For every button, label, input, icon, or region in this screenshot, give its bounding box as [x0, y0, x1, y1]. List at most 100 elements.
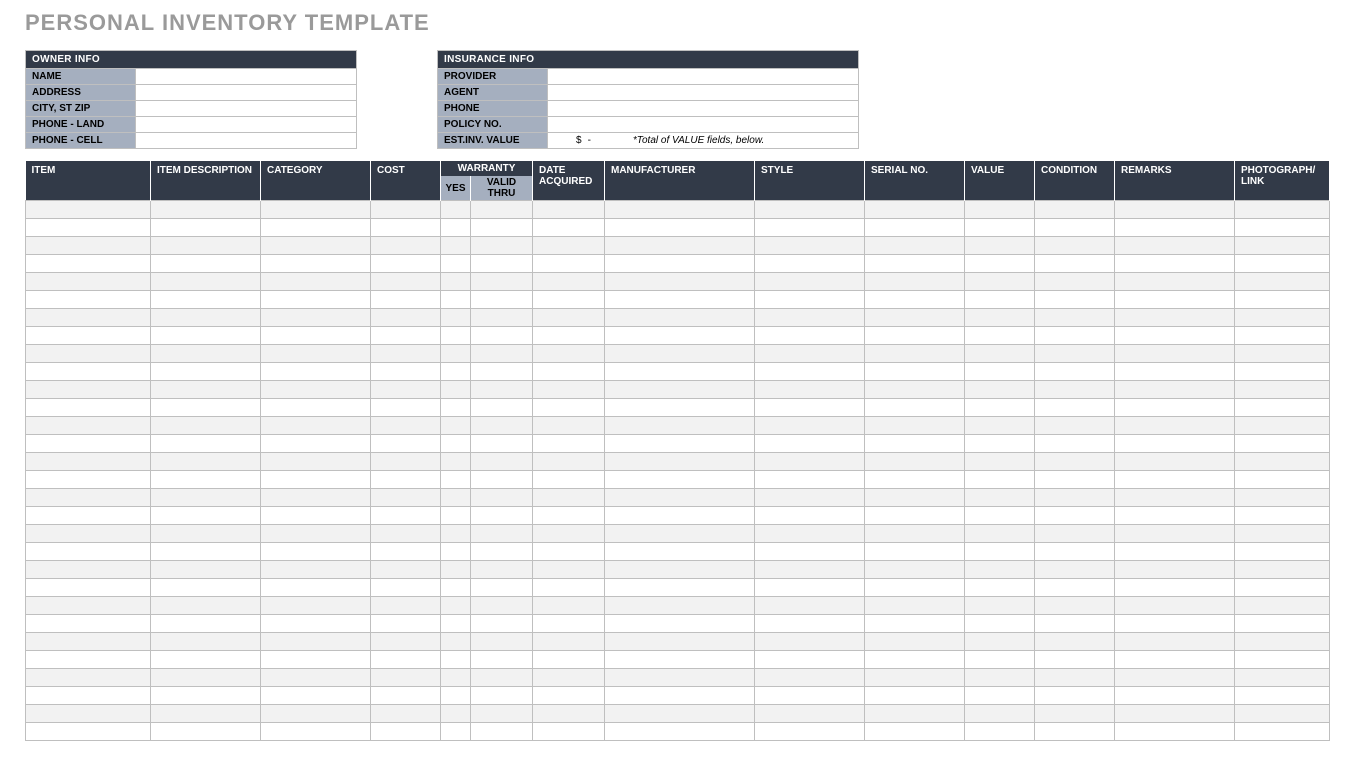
table-cell[interactable]: [1115, 201, 1235, 219]
table-cell[interactable]: [441, 363, 471, 381]
table-cell[interactable]: [605, 291, 755, 309]
table-cell[interactable]: [151, 471, 261, 489]
table-cell[interactable]: [965, 615, 1035, 633]
table-cell[interactable]: [533, 255, 605, 273]
table-cell[interactable]: [371, 669, 441, 687]
table-cell[interactable]: [965, 435, 1035, 453]
table-cell[interactable]: [261, 705, 371, 723]
table-cell[interactable]: [605, 489, 755, 507]
table-cell[interactable]: [533, 543, 605, 561]
table-cell[interactable]: [1035, 399, 1115, 417]
table-cell[interactable]: [26, 345, 151, 363]
table-cell[interactable]: [865, 723, 965, 741]
table-cell[interactable]: [605, 363, 755, 381]
table-cell[interactable]: [1235, 489, 1330, 507]
table-cell[interactable]: [26, 525, 151, 543]
table-cell[interactable]: [1235, 237, 1330, 255]
table-cell[interactable]: [533, 615, 605, 633]
table-cell[interactable]: [533, 489, 605, 507]
table-cell[interactable]: [533, 453, 605, 471]
table-cell[interactable]: [261, 381, 371, 399]
table-cell[interactable]: [605, 507, 755, 525]
table-cell[interactable]: [441, 597, 471, 615]
table-cell[interactable]: [471, 399, 533, 417]
table-cell[interactable]: [865, 399, 965, 417]
table-cell[interactable]: [371, 615, 441, 633]
table-cell[interactable]: [865, 543, 965, 561]
table-cell[interactable]: [151, 219, 261, 237]
table-cell[interactable]: [605, 633, 755, 651]
table-cell[interactable]: [1115, 291, 1235, 309]
table-cell[interactable]: [441, 507, 471, 525]
table-cell[interactable]: [1235, 651, 1330, 669]
table-cell[interactable]: [441, 525, 471, 543]
table-cell[interactable]: [261, 633, 371, 651]
table-cell[interactable]: [865, 273, 965, 291]
table-cell[interactable]: [1115, 435, 1235, 453]
table-cell[interactable]: [965, 309, 1035, 327]
table-cell[interactable]: [261, 687, 371, 705]
table-cell[interactable]: [26, 705, 151, 723]
table-cell[interactable]: [533, 363, 605, 381]
table-cell[interactable]: [441, 615, 471, 633]
table-cell[interactable]: [261, 399, 371, 417]
table-cell[interactable]: [755, 327, 865, 345]
table-cell[interactable]: [1115, 471, 1235, 489]
table-cell[interactable]: [533, 669, 605, 687]
table-cell[interactable]: [261, 471, 371, 489]
table-cell[interactable]: [865, 507, 965, 525]
table-cell[interactable]: [755, 201, 865, 219]
table-cell[interactable]: [471, 651, 533, 669]
table-cell[interactable]: [605, 399, 755, 417]
table-cell[interactable]: [1035, 453, 1115, 471]
table-cell[interactable]: [533, 597, 605, 615]
table-cell[interactable]: [261, 453, 371, 471]
table-cell[interactable]: [865, 363, 965, 381]
table-cell[interactable]: [533, 381, 605, 399]
table-cell[interactable]: [1035, 687, 1115, 705]
table-cell[interactable]: [441, 381, 471, 399]
table-cell[interactable]: [1235, 363, 1330, 381]
table-cell[interactable]: [1115, 723, 1235, 741]
table-cell[interactable]: [26, 615, 151, 633]
owner-field-value[interactable]: [136, 101, 356, 116]
table-cell[interactable]: [533, 651, 605, 669]
table-cell[interactable]: [1035, 615, 1115, 633]
table-cell[interactable]: [533, 291, 605, 309]
table-cell[interactable]: [605, 273, 755, 291]
table-cell[interactable]: [533, 237, 605, 255]
table-cell[interactable]: [1115, 687, 1235, 705]
table-cell[interactable]: [865, 561, 965, 579]
table-cell[interactable]: [755, 489, 865, 507]
table-cell[interactable]: [261, 489, 371, 507]
table-cell[interactable]: [26, 399, 151, 417]
table-cell[interactable]: [26, 651, 151, 669]
table-cell[interactable]: [26, 561, 151, 579]
table-cell[interactable]: [471, 327, 533, 345]
table-cell[interactable]: [533, 417, 605, 435]
table-cell[interactable]: [755, 363, 865, 381]
table-cell[interactable]: [26, 633, 151, 651]
table-cell[interactable]: [533, 435, 605, 453]
table-cell[interactable]: [261, 597, 371, 615]
table-cell[interactable]: [1035, 273, 1115, 291]
table-cell[interactable]: [151, 687, 261, 705]
table-cell[interactable]: [1115, 273, 1235, 291]
table-cell[interactable]: [965, 453, 1035, 471]
table-cell[interactable]: [371, 633, 441, 651]
table-cell[interactable]: [1235, 597, 1330, 615]
table-cell[interactable]: [441, 201, 471, 219]
table-cell[interactable]: [865, 687, 965, 705]
table-cell[interactable]: [605, 687, 755, 705]
table-cell[interactable]: [965, 381, 1035, 399]
table-cell[interactable]: [371, 471, 441, 489]
table-cell[interactable]: [26, 201, 151, 219]
table-cell[interactable]: [261, 237, 371, 255]
table-cell[interactable]: [26, 489, 151, 507]
table-cell[interactable]: [1115, 255, 1235, 273]
table-cell[interactable]: [371, 345, 441, 363]
table-cell[interactable]: [151, 381, 261, 399]
table-cell[interactable]: [755, 273, 865, 291]
table-cell[interactable]: [865, 705, 965, 723]
table-cell[interactable]: [471, 291, 533, 309]
